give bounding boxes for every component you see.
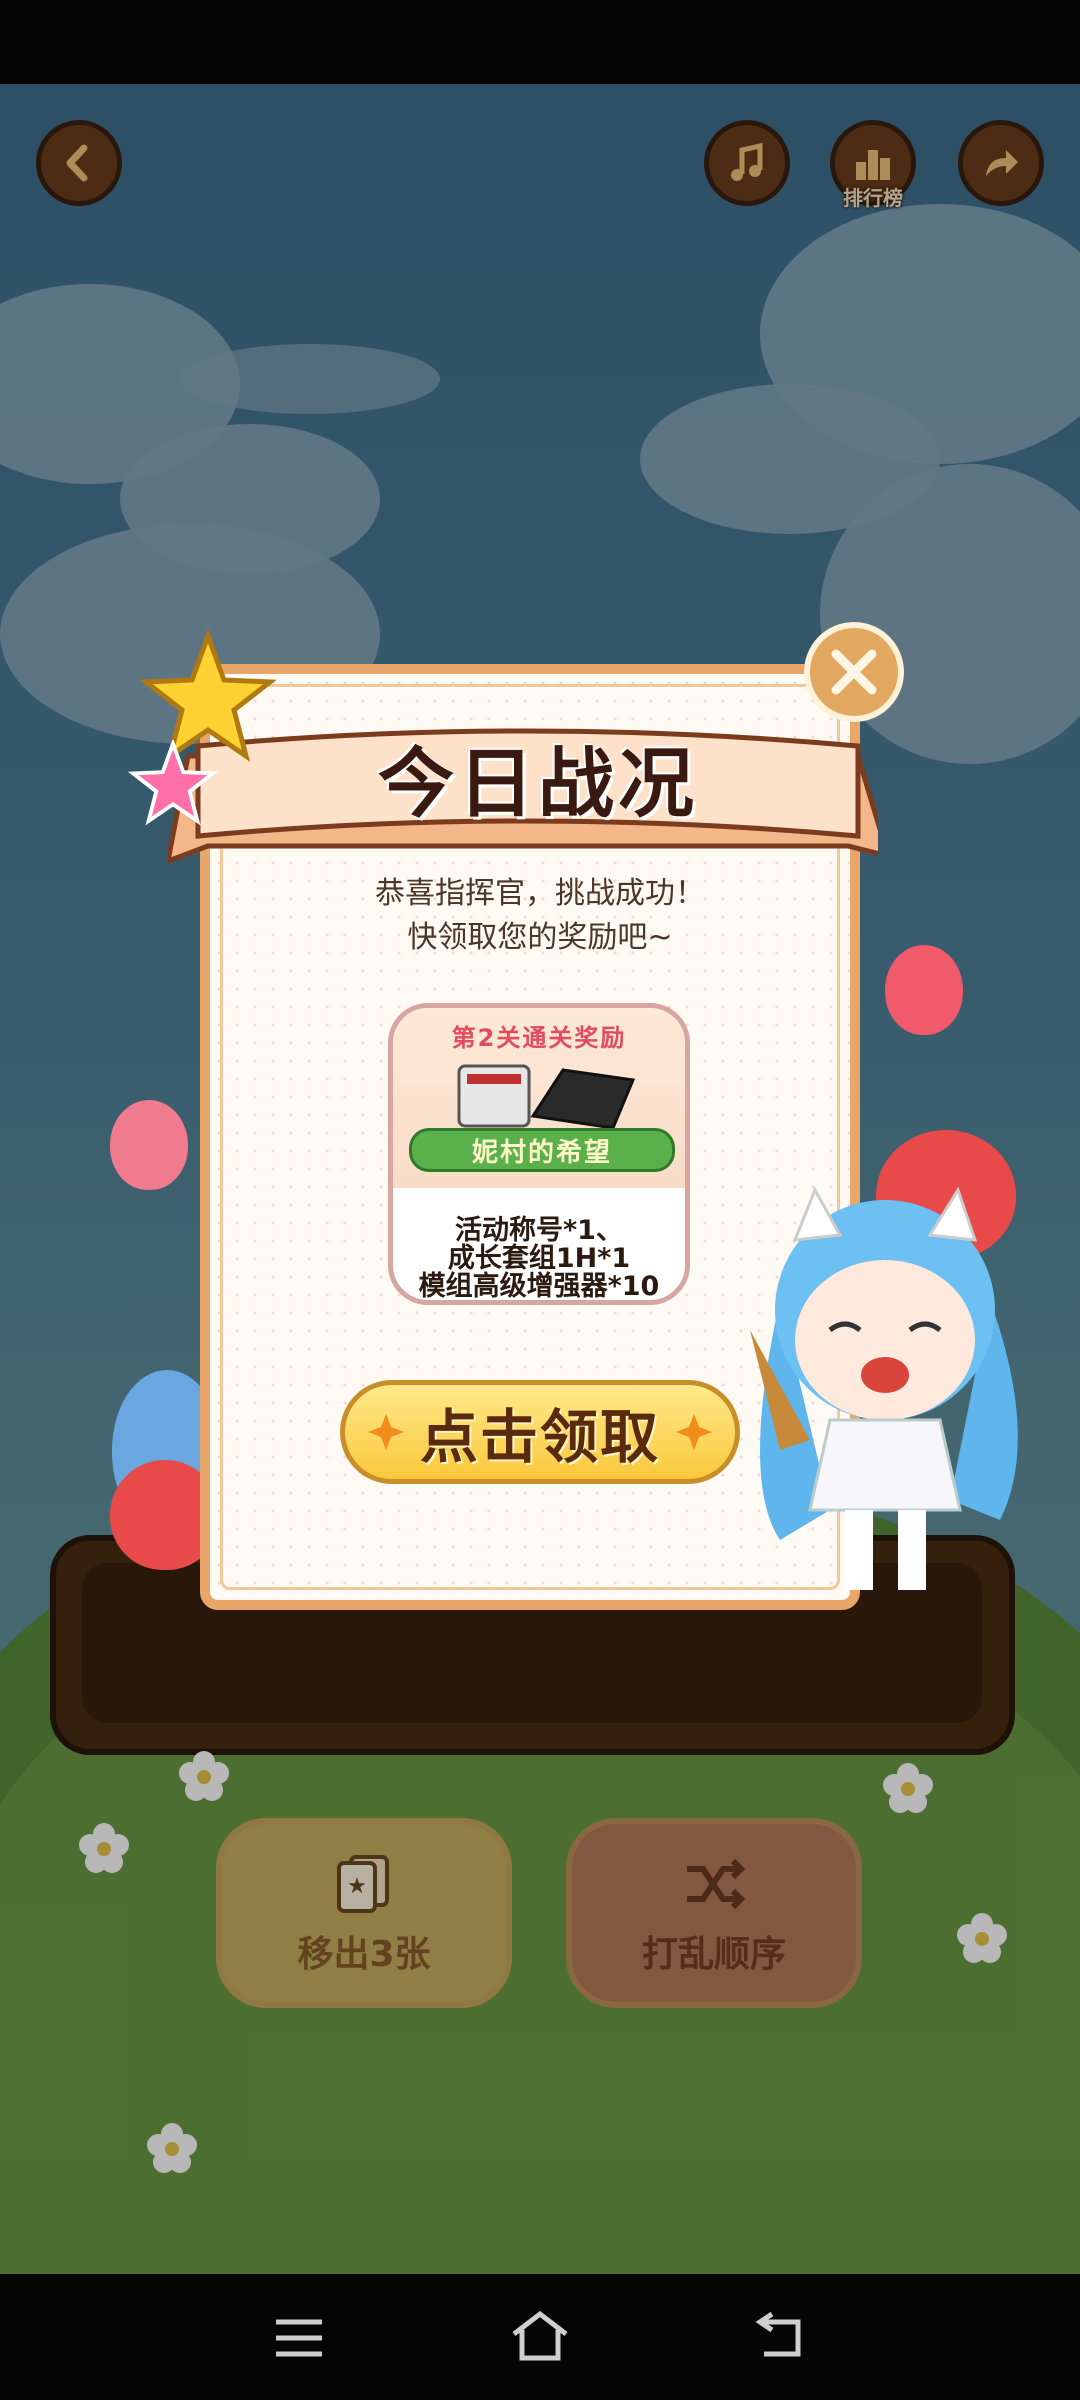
reward-item: 活动称号*1、: [455, 1215, 623, 1246]
reward-banner: 妮村的希望: [409, 1128, 675, 1172]
reward-card: 第2关通关奖励 妮村的希望 活动称号*1、 成长套组1H*1 模组高级增强器*1…: [388, 1003, 690, 1305]
system-navigation-bar: [0, 2274, 1080, 2400]
balloon-decoration: [885, 945, 963, 1035]
star-decoration: [128, 740, 218, 826]
sparkle-icon: [676, 1414, 712, 1450]
dialog-title: 今日战况: [378, 739, 698, 828]
claim-reward-button[interactable]: 点击领取: [340, 1380, 740, 1484]
status-bar: [0, 0, 1080, 84]
sparkle-icon: [367, 1414, 404, 1450]
reward-header: 第2关通关奖励: [451, 1024, 627, 1052]
claim-label: 点击领取: [419, 1403, 660, 1471]
mascot-character: [750, 1186, 1018, 1590]
reward-item: 模组高级增强器*10: [418, 1271, 660, 1302]
menu-icon[interactable]: [272, 2314, 326, 2362]
reward-item: 成长套组1H*1: [447, 1243, 631, 1274]
home-icon[interactable]: [508, 2308, 572, 2364]
balloon-decoration: [110, 1100, 188, 1190]
success-message: 恭喜指挥官，挑战成功！: [375, 876, 705, 911]
back-nav-icon[interactable]: [752, 2310, 808, 2362]
claim-prompt: 快领取您的奖励吧~: [407, 920, 673, 955]
close-dialog-button[interactable]: [804, 622, 904, 722]
close-icon: [831, 649, 877, 695]
reward-item-icon: [457, 1064, 636, 1130]
